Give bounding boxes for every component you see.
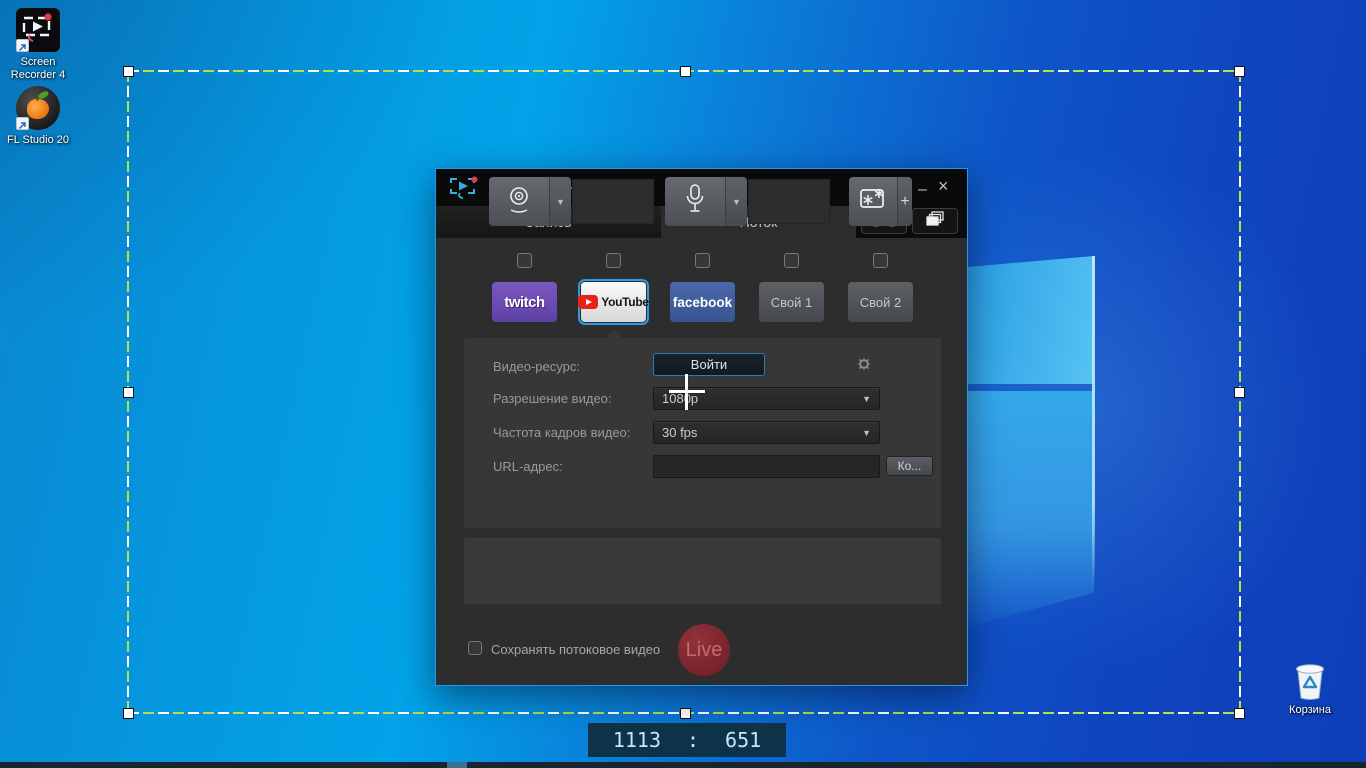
twitch-logo: twitch — [504, 293, 545, 311]
framerate-value: 30 fps — [662, 425, 698, 440]
fl-studio-icon — [16, 86, 60, 130]
app-logo-icon — [448, 175, 480, 206]
twitch-service-button[interactable]: twitch — [492, 282, 557, 322]
youtube-service-button[interactable]: YouTube — [578, 282, 649, 322]
copy-url-button[interactable]: Ко... — [886, 456, 933, 476]
video-resource-label: Видео-ресурс: — [493, 359, 580, 374]
webcam-dropdown-button[interactable]: ▼ — [549, 177, 571, 226]
desktop-icon-recycle-bin[interactable]: Корзина — [1272, 658, 1348, 717]
url-label: URL-адрес: — [493, 459, 563, 474]
selection-handle-top-right[interactable] — [1234, 66, 1245, 77]
chevron-down-icon: ▼ — [862, 393, 871, 404]
custom2-checkbox[interactable] — [873, 253, 888, 268]
wallpaper-windows-logo-pane-top — [958, 255, 1094, 384]
desktop-icon-fl-studio[interactable]: FL Studio 20 — [0, 86, 76, 147]
webcam-icon — [504, 183, 534, 220]
youtube-play-icon — [578, 295, 599, 309]
desktop-icon-label: Screen Recorder 4 — [10, 56, 66, 81]
shortcut-arrow-icon — [16, 39, 29, 52]
selection-height-value: 651 — [725, 728, 762, 752]
save-stream-label: Сохранять потоковое видео — [491, 642, 661, 657]
plus-icon: + — [900, 192, 910, 210]
custom1-service-button[interactable]: Свой 1 — [759, 282, 824, 322]
desktop-icon-label: Корзина — [1289, 704, 1331, 716]
stream-settings-gear-icon[interactable] — [856, 356, 872, 377]
webcam-button[interactable] — [489, 177, 549, 226]
add-effect-button[interactable]: + — [897, 177, 912, 226]
crosshair-cursor — [669, 390, 705, 393]
selection-handle-bottom-right[interactable] — [1234, 708, 1245, 719]
selection-size-separator: : — [687, 728, 700, 752]
shortcut-arrow-icon — [16, 117, 29, 130]
screen-recorder-icon — [16, 8, 60, 52]
chevron-down-icon: ▼ — [732, 196, 741, 207]
minimize-icon[interactable]: – — [918, 181, 927, 199]
microphone-button[interactable] — [665, 177, 725, 226]
url-input[interactable] — [653, 455, 880, 478]
resolution-value: 1080p — [662, 391, 699, 406]
live-button-label: Live — [685, 638, 723, 661]
chevron-down-icon: ▼ — [862, 427, 871, 438]
recycle-bin-icon — [1288, 658, 1332, 700]
save-stream-checkbox[interactable] — [468, 641, 482, 655]
login-button-label: Войти — [690, 357, 728, 372]
close-icon[interactable]: × — [938, 176, 949, 197]
framerate-dropdown[interactable]: 30 fps ▼ — [653, 421, 880, 444]
microphone-icon — [682, 182, 708, 221]
device-bar — [464, 538, 941, 604]
effects-button[interactable] — [849, 177, 897, 226]
selection-size-indicator: 1113 : 651 — [588, 723, 786, 757]
login-button[interactable]: Войти — [653, 353, 765, 376]
microphone-level-slot — [748, 179, 830, 224]
display-select-button[interactable] — [912, 208, 958, 234]
twitch-checkbox[interactable] — [517, 253, 532, 268]
selection-handle-middle-left[interactable] — [123, 387, 134, 398]
taskbar-app-indicator — [447, 762, 467, 768]
layered-displays-icon — [923, 210, 947, 233]
selection-handle-top-left[interactable] — [123, 66, 134, 77]
desktop-icon-label: FL Studio 20 — [7, 134, 69, 146]
taskbar-edge — [0, 762, 1366, 768]
custom2-service-button[interactable]: Свой 2 — [848, 282, 913, 322]
screen-recorder-window: Запись экрана ? – × Запись Поток — [435, 168, 968, 686]
framerate-label: Частота кадров видео: — [493, 425, 631, 440]
youtube-checkbox[interactable] — [606, 253, 621, 268]
selection-handle-middle-right[interactable] — [1234, 387, 1245, 398]
custom1-label: Свой 1 — [770, 294, 813, 310]
youtube-logo: YouTube — [601, 295, 649, 309]
copy-url-button-label: Ко... — [897, 459, 922, 473]
facebook-service-button[interactable]: facebook — [670, 282, 735, 322]
effects-snowflakes-icon — [858, 186, 888, 217]
facebook-checkbox[interactable] — [695, 253, 710, 268]
selection-handle-bottom-middle[interactable] — [680, 708, 691, 719]
resolution-label: Разрешение видео: — [493, 391, 612, 406]
custom1-checkbox[interactable] — [784, 253, 799, 268]
custom2-label: Свой 2 — [859, 294, 902, 310]
chevron-down-icon: ▼ — [556, 196, 565, 207]
facebook-logo: facebook — [672, 294, 733, 310]
selection-handle-bottom-left[interactable] — [123, 708, 134, 719]
selected-service-pointer — [606, 330, 622, 338]
live-button[interactable]: Live — [678, 624, 730, 676]
webcam-preview-slot — [572, 179, 654, 224]
wallpaper-windows-logo-edge — [1092, 256, 1095, 586]
selection-width-value: 1113 — [612, 728, 661, 752]
desktop-icon-screen-recorder[interactable]: Screen Recorder 4 — [0, 8, 76, 82]
selection-handle-top-middle[interactable] — [680, 66, 691, 77]
microphone-dropdown-button[interactable]: ▼ — [725, 177, 747, 226]
